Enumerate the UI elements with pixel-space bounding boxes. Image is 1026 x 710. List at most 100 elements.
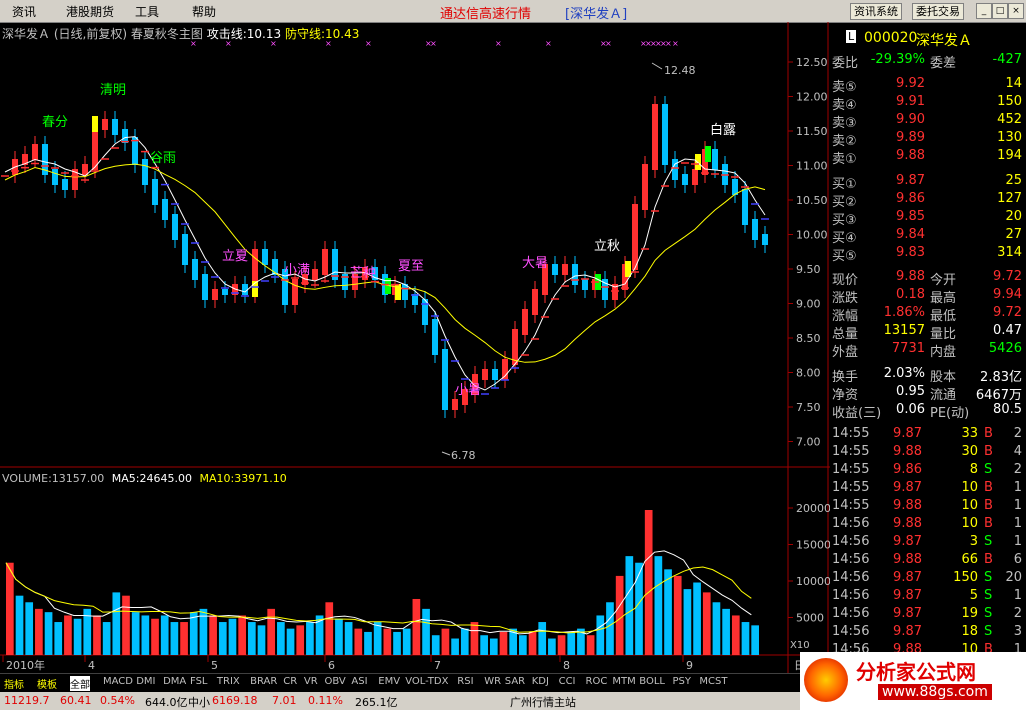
indicator-tab[interactable]: 模板 [37, 676, 57, 691]
volume-bar [112, 592, 121, 655]
x-axis-label: 9 [686, 659, 693, 672]
candle-body [662, 104, 668, 165]
tick-time: 14:55 [832, 498, 870, 513]
order-volume: 25 [1005, 173, 1022, 188]
volume-bar [344, 622, 353, 655]
candle-body [102, 119, 108, 130]
finance-stat-row: 换手 2.03% 股本 2.83亿 [830, 365, 1026, 385]
indicator-tab[interactable]: EMV [378, 676, 400, 687]
buy-order-row: 买④ 9.84 27 [830, 226, 1026, 246]
volume-bar [131, 612, 140, 655]
indicator-tab[interactable]: ASI [351, 676, 367, 687]
price-tick-label: 7.00 [796, 436, 821, 449]
index1-value: 11219.7 [4, 694, 50, 707]
candle-body [692, 169, 698, 185]
indicator-tab[interactable]: OBV [325, 676, 346, 687]
tick-count: 1 [1013, 516, 1022, 531]
order-price: 9.86 [896, 191, 925, 206]
candle-body [732, 179, 738, 195]
kline-chart[interactable]: 12.50 12.00 11.50 11.00 10.50 10.00 9.50 9.00 8.… [0, 22, 830, 673]
solar-term-label: 春分 [42, 115, 68, 130]
menu-item-help[interactable]: 帮助 [192, 3, 216, 20]
x-axis-label: 4 [88, 659, 95, 672]
candle-body [432, 319, 438, 355]
volume-bar [277, 622, 285, 655]
menu-item-hk-futures[interactable]: 港股期货 [66, 3, 114, 20]
volume-bar [160, 615, 169, 655]
tick-side: S [984, 462, 993, 477]
indicator-tab[interactable]: SAR [505, 676, 525, 687]
tick-side: S [984, 570, 993, 585]
tick-time: 14:55 [832, 426, 870, 441]
index1-change: 60.41 [60, 694, 92, 707]
stat-value: 7731 [891, 341, 925, 356]
tick-volume: 18 [961, 624, 978, 639]
restore-icon[interactable]: □ [992, 3, 1008, 19]
order-volume: 314 [997, 245, 1022, 260]
indicator-tab[interactable]: VOL-TDX [405, 676, 448, 687]
candle-body [522, 309, 528, 335]
volume-bar [151, 618, 159, 655]
volume-bar [402, 628, 411, 655]
tick-row: 14:56 9.87 5 S 1 [830, 587, 1026, 605]
defend-line-value: 防守线:10.43 [284, 27, 360, 41]
indicator-tab[interactable]: VR [304, 676, 318, 687]
indicator-tab[interactable]: KDJ [532, 676, 549, 687]
indicator-tab[interactable]: CR [283, 676, 297, 687]
stat-value: 5426 [988, 341, 1022, 356]
signal-marker-icon: × [430, 39, 437, 48]
indicator-tab[interactable]: DMA [163, 676, 186, 687]
menu-item-tools[interactable]: 工具 [135, 3, 159, 20]
indicator-tab[interactable]: BRAR [250, 676, 277, 687]
volume-ma10: MA10:33971.10 [199, 472, 287, 485]
indicator-tab[interactable]: BOLL [639, 676, 665, 687]
volume-bar [422, 608, 430, 655]
sell-order-row: 卖⑤ 9.92 14 [830, 75, 1026, 95]
volume-bar [731, 615, 740, 655]
close-icon[interactable]: × [1008, 3, 1024, 19]
indicator-tab[interactable]: RSI [457, 676, 473, 687]
indicator-tab[interactable]: ROC [586, 676, 608, 687]
stat-value: 0.06 [896, 402, 925, 417]
indicator-tab[interactable]: WR [484, 676, 501, 687]
signal-marker-icon: × [672, 39, 679, 48]
indicator-tab[interactable]: TRIX [217, 676, 240, 687]
volume-bar [557, 635, 566, 655]
tick-side: B [984, 444, 993, 459]
volume-bar [460, 628, 469, 655]
indicator-tab[interactable]: MTM [612, 676, 635, 687]
minimize-icon[interactable]: _ [976, 3, 992, 19]
candle-body [192, 259, 198, 280]
indicator-tab[interactable]: 全部 [70, 676, 90, 691]
solar-term-label: 谷雨 [150, 151, 176, 166]
news-system-button[interactable]: 资讯系统 [850, 3, 902, 20]
menu-item-news[interactable]: 资讯 [12, 3, 36, 20]
signal-candle [695, 154, 701, 170]
volume-bar [519, 635, 527, 655]
volume-bar [44, 612, 53, 655]
indicator-tab[interactable]: MACD [103, 676, 133, 687]
volume-bar [180, 622, 188, 655]
volume-bar [586, 635, 595, 655]
candle-body [32, 144, 38, 160]
tick-row: 14:55 9.86 8 S 2 [830, 461, 1026, 479]
tick-time: 14:56 [832, 552, 870, 567]
indicator-tab[interactable]: DMI [136, 676, 155, 687]
order-price: 9.85 [896, 209, 925, 224]
tick-count: 2 [1013, 606, 1022, 621]
indicator-tab[interactable]: PSY [673, 676, 692, 687]
candle-body [162, 199, 168, 220]
indicator-tab[interactable]: 指标 [4, 676, 24, 691]
volume-bar [635, 562, 643, 655]
candle-body [682, 174, 688, 185]
tick-price: 9.88 [893, 552, 922, 567]
indicator-tab[interactable]: MCST [699, 676, 727, 687]
app-title-stock: [深华发Ａ] [565, 7, 628, 22]
volume-bar [693, 582, 701, 655]
indicator-tab[interactable]: FSL [190, 676, 208, 687]
trade-button[interactable]: 委托交易 [912, 3, 964, 20]
indicator-tab[interactable]: CCI [559, 676, 576, 687]
order-price: 9.84 [896, 227, 925, 242]
volume-bar [683, 589, 692, 655]
stat-value: 2.03% [883, 366, 925, 381]
